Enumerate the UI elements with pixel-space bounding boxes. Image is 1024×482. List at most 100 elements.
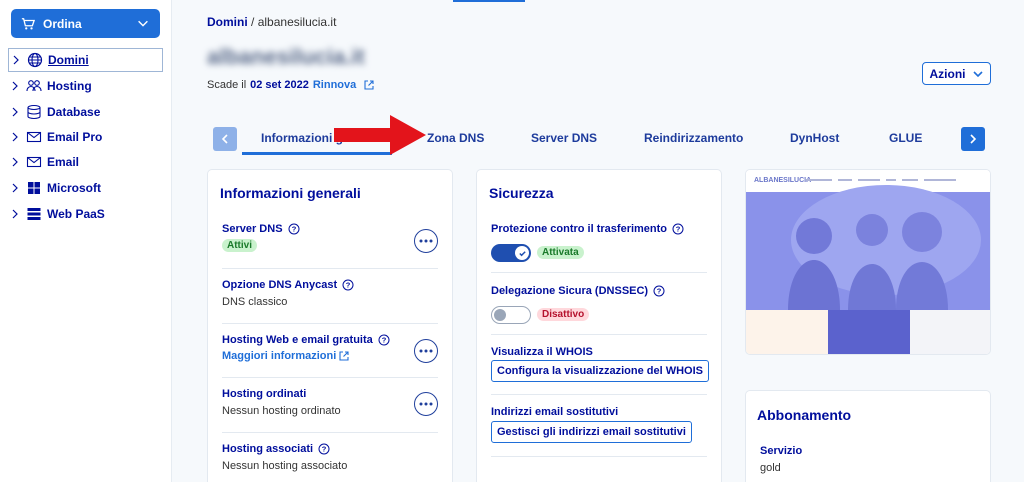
chevron-right-icon xyxy=(13,55,19,65)
anycast-label: Opzione DNS Anycast? xyxy=(222,279,354,291)
linked-hosting-label-text: Hosting associati xyxy=(222,443,314,455)
more-options-button[interactable] xyxy=(414,339,438,363)
chevron-right-icon xyxy=(12,132,18,142)
breadcrumb-root-link[interactable]: Domini xyxy=(207,15,248,29)
ellipsis-icon xyxy=(419,239,433,243)
more-info-link-text: Maggiori informazioni xyxy=(222,350,337,362)
tab-glue[interactable]: GLUE xyxy=(889,131,922,145)
tab-zona-dns[interactable]: Zona DNS xyxy=(427,131,484,145)
svg-text:?: ? xyxy=(291,225,296,234)
more-options-button[interactable] xyxy=(414,229,438,253)
tab-dynhost[interactable]: DynHost xyxy=(790,131,839,145)
sidebar-item-database[interactable]: Database xyxy=(8,100,163,124)
help-icon[interactable]: ? xyxy=(342,279,354,291)
whois-row: Visualizza il WHOIS Configura la visuali… xyxy=(491,335,709,395)
mail-icon xyxy=(26,131,42,143)
red-arrow-annotation xyxy=(334,115,426,155)
help-icon[interactable]: ? xyxy=(288,223,300,235)
chevron-right-icon xyxy=(970,134,977,144)
chevron-left-icon xyxy=(221,134,228,144)
tab-informazioni-generali[interactable]: Informazioni g xyxy=(261,131,343,145)
chevron-right-icon xyxy=(12,183,18,193)
server-dns-label-text: Server DNS xyxy=(222,223,283,235)
whois-label: Visualizza il WHOIS xyxy=(491,346,593,358)
sidebar-item-hosting[interactable]: Hosting xyxy=(8,74,163,98)
preview-site-name: ALBANESILUCIA xyxy=(754,177,811,184)
help-icon[interactable]: ? xyxy=(653,285,665,297)
order-button[interactable]: Ordina xyxy=(11,9,160,38)
website-preview[interactable]: ALBANESILUCIA xyxy=(745,169,991,355)
anycast-row: Opzione DNS Anycast? DNS classico xyxy=(222,269,438,324)
chevron-right-icon xyxy=(12,209,18,219)
stack-icon xyxy=(27,208,41,220)
dnssec-toggle[interactable] xyxy=(491,306,531,324)
sidebar-item-web-paas[interactable]: Web PaaS xyxy=(8,202,163,226)
sidebar-item-label: Microsoft xyxy=(47,181,101,195)
help-icon[interactable]: ? xyxy=(378,334,390,346)
globe-icon xyxy=(27,52,43,68)
tab-scroll-left-button[interactable] xyxy=(213,127,237,151)
breadcrumb-separator: / xyxy=(251,15,255,29)
service-value: gold xyxy=(760,462,781,474)
ordered-hosting-label: Hosting ordinati xyxy=(222,388,307,400)
sidebar: Ordina Domini Hosting Database Email Pro… xyxy=(0,0,172,482)
database-icon xyxy=(27,104,41,120)
email-addresses-row: Indirizzi email sostitutivi Gestisci gli… xyxy=(491,395,707,457)
expiry-prefix: Scade il xyxy=(207,79,247,91)
page-title: albanesilucia.it xyxy=(207,44,365,69)
ellipsis-icon xyxy=(419,349,433,353)
chevron-right-icon xyxy=(12,107,18,117)
tab-reindirizzamento[interactable]: Reindirizzamento xyxy=(644,131,743,145)
sidebar-item-email[interactable]: Email xyxy=(8,150,163,174)
transfer-label: Protezione contro il trasferimento? xyxy=(491,223,684,235)
ellipsis-icon xyxy=(419,402,433,406)
subscription-card: Abbonamento Servizio gold xyxy=(745,390,991,482)
security-title: Sicurezza xyxy=(489,185,554,201)
manage-emails-button[interactable]: Gestisci gli indirizzi email sostitutivi xyxy=(491,421,692,443)
sidebar-item-email-pro[interactable]: Email Pro xyxy=(8,125,163,149)
external-link-icon[interactable] xyxy=(364,80,374,90)
free-hosting-label: Hosting Web e email gratuita? xyxy=(222,334,390,346)
actions-dropdown[interactable]: Azioni xyxy=(922,62,991,85)
subscription-title: Abbonamento xyxy=(757,407,852,423)
order-label: Ordina xyxy=(43,16,82,31)
app-window: Ordina Domini Hosting Database Email Pro… xyxy=(0,0,1024,482)
renew-link[interactable]: Rinnova xyxy=(313,79,356,91)
ordered-hosting-value: Nessun hosting ordinato xyxy=(222,405,341,417)
cart-icon xyxy=(21,17,35,30)
email-addresses-label: Indirizzi email sostitutivi xyxy=(491,406,619,418)
sidebar-item-microsoft[interactable]: Microsoft xyxy=(8,176,163,200)
people-icon xyxy=(26,80,42,92)
transfer-protection-row: Protezione contro il trasferimento? Atti… xyxy=(491,213,707,273)
sidebar-item-label: Email Pro xyxy=(47,130,103,144)
help-icon[interactable]: ? xyxy=(672,223,684,235)
sidebar-item-domini[interactable]: Domini xyxy=(8,48,163,72)
svg-text:?: ? xyxy=(657,287,662,296)
sidebar-item-label: Email xyxy=(47,155,80,169)
sidebar-item-label: Domini xyxy=(48,53,89,67)
tab-server-dns[interactable]: Server DNS xyxy=(531,131,597,145)
svg-text:?: ? xyxy=(346,281,351,290)
tab-scroll-right-button[interactable] xyxy=(961,127,985,151)
breadcrumb: Domini / albanesilucia.it xyxy=(207,15,336,29)
dnssec-row: Delegazione Sicura (DNSSEC)? Disattivo xyxy=(491,273,707,335)
status-badge: Disattivo xyxy=(537,308,590,321)
configure-whois-button[interactable]: Configura la visualizzazione del WHOIS xyxy=(491,360,709,382)
microsoft-icon xyxy=(28,182,40,194)
server-dns-label: Server DNS? xyxy=(222,223,300,235)
general-info-title: Informazioni generali xyxy=(220,185,361,201)
external-link-icon xyxy=(339,351,349,361)
service-label: Servizio xyxy=(760,445,803,457)
transfer-protection-toggle[interactable] xyxy=(491,244,531,262)
dnssec-label: Delegazione Sicura (DNSSEC)? xyxy=(491,285,665,297)
status-badge: Attivata xyxy=(537,246,584,259)
more-options-button[interactable] xyxy=(414,392,438,416)
help-icon[interactable]: ? xyxy=(318,443,330,455)
toggle-knob xyxy=(515,246,529,260)
more-info-link[interactable]: Maggiori informazioni xyxy=(222,350,349,362)
linked-hosting-row: Hosting associati? Nessun hosting associ… xyxy=(222,433,438,482)
sidebar-item-label: Database xyxy=(47,105,101,119)
mail-icon xyxy=(26,156,42,168)
dnssec-label-text: Delegazione Sicura (DNSSEC) xyxy=(491,285,649,297)
toggle-knob xyxy=(494,308,506,321)
